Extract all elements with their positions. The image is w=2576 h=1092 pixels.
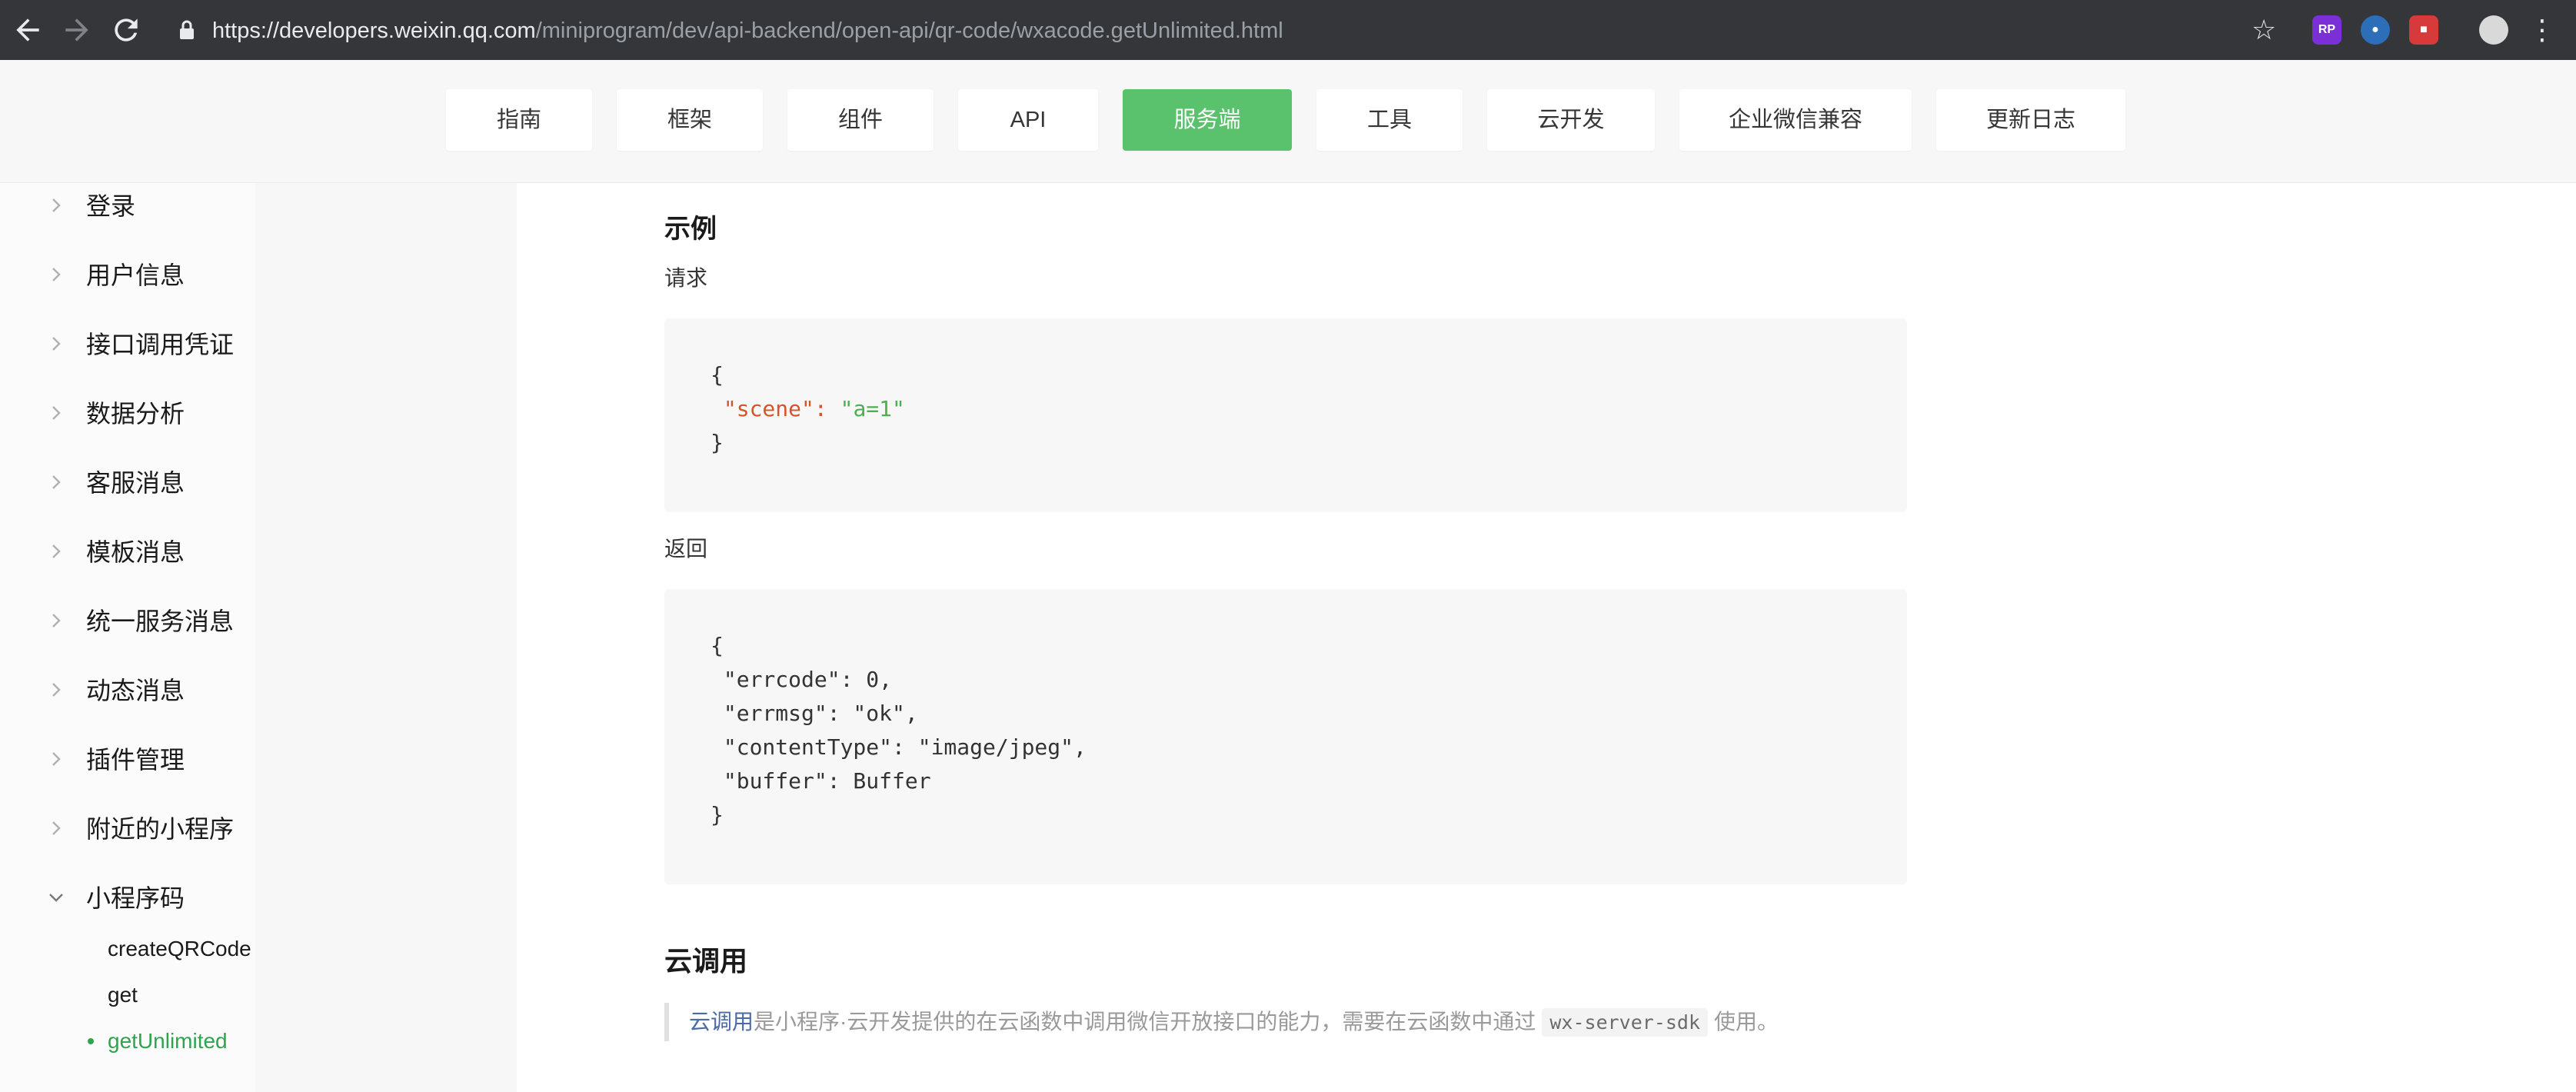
sidebar-item-label: 插件管理 (86, 746, 185, 774)
tab-components[interactable]: 组件 (787, 89, 934, 151)
tab-server[interactable]: 服务端 (1123, 89, 1292, 151)
request-code-block: { "scene": "a=1" } (664, 318, 1907, 512)
tab-guide[interactable]: 指南 (446, 89, 592, 151)
tab-cloud-dev[interactable]: 云开发 (1487, 89, 1655, 151)
response-label: 返回 (664, 537, 708, 561)
code-line: "buffer": Buffer (711, 768, 931, 794)
cloud-call-link[interactable]: 云调用 (689, 1010, 754, 1034)
bookmark-star-icon[interactable]: ☆ (2252, 13, 2276, 47)
code-line: } (711, 430, 724, 455)
sidebar-item-label: 附近的小程序 (86, 815, 235, 843)
sidebar-item-user-info[interactable]: 用户信息 (0, 252, 517, 298)
url-host: https://developers.weixin.qq.com (212, 18, 536, 43)
response-code-block: { "errcode": 0, "errmsg": "ok", "content… (664, 589, 1907, 884)
chevron-right-icon (52, 752, 61, 766)
chevron-right-icon (52, 198, 61, 212)
sidebar-item-label: 数据分析 (86, 400, 185, 428)
reload-icon[interactable] (109, 13, 143, 47)
quote-text-before: 是小程序·云开发提供的在云函数中调用微信开放接口的能力，需要在云函数中通过 (754, 1010, 1536, 1034)
sidebar-item-access-token[interactable]: 接口调用凭证 (0, 321, 517, 368)
quote-text: 云调用是小程序·云开发提供的在云函数中调用微信开放接口的能力，需要在云函数中通过… (689, 1003, 1779, 1042)
sidebar-subitem-get[interactable]: get (108, 980, 138, 1010)
chevron-right-icon (52, 475, 61, 489)
sidebar-item-label: 小程序码 (86, 884, 185, 912)
sdk-code: wx-server-sdk (1542, 1008, 1709, 1037)
cloud-call-quote: 云调用是小程序·云开发提供的在云函数中调用微信开放接口的能力，需要在云函数中通过… (664, 1003, 1907, 1041)
top-navigation: 指南 框架 组件 API 服务端 工具 云开发 企业微信兼容 更新日志 (0, 60, 2576, 183)
tab-framework[interactable]: 框架 (617, 89, 763, 151)
sidebar-item-label: 登录 (86, 192, 136, 220)
sidebar-item-updatable-message[interactable]: 动态消息 (0, 668, 517, 714)
code-colon: : (814, 396, 840, 421)
sidebar-item-label: 客服消息 (86, 469, 185, 497)
tab-changelog[interactable]: 更新日志 (1936, 89, 2125, 151)
sidebar-item-analytics[interactable]: 数据分析 (0, 391, 517, 437)
address-bar[interactable]: https://developers.weixin.qq.com/minipro… (212, 14, 1283, 48)
request-label: 请求 (664, 266, 708, 290)
chevron-right-icon (52, 406, 61, 420)
section-title-example: 示例 (664, 215, 717, 244)
sidebar-subitem-create-qrcode[interactable]: createQRCode (108, 934, 251, 964)
sidebar-item-template-message[interactable]: 模板消息 (0, 529, 517, 575)
chevron-right-icon (52, 614, 61, 628)
code-line: { (711, 362, 724, 388)
sidebar-item-label: 接口调用凭证 (86, 331, 235, 358)
tab-api[interactable]: API (958, 89, 1098, 151)
url-path: /miniprogram/dev/api-backend/open-api/qr… (535, 18, 1283, 43)
chevron-right-icon (52, 268, 61, 281)
sidebar-item-label: 统一服务消息 (86, 608, 235, 635)
sidebar-item-login[interactable]: 登录 (0, 183, 517, 229)
sidebar-item-customer-message[interactable]: 客服消息 (0, 460, 517, 506)
tab-wecom-compat[interactable]: 企业微信兼容 (1679, 89, 1912, 151)
browser-toolbar: https://developers.weixin.qq.com/minipro… (0, 0, 2576, 60)
sidebar: 登录 用户信息 接口调用凭证 数据分析 客服消息 模板消息 统一服务消息 动态消… (0, 183, 517, 1092)
sidebar-item-uniform-message[interactable]: 统一服务消息 (0, 598, 517, 644)
more-menu-icon[interactable]: ⋮ (2525, 13, 2559, 47)
code-line: } (711, 802, 724, 827)
code-line: "scene": "a=1" (711, 392, 905, 426)
extension-rp-icon[interactable]: RP (2312, 15, 2341, 45)
code-line: "errmsg": "ok", (711, 701, 918, 726)
sidebar-item-label: 模板消息 (86, 538, 185, 566)
chevron-down-icon (49, 894, 63, 902)
code-line: "errcode": 0, (711, 667, 893, 692)
quote-text-after: 使用。 (1714, 1010, 1779, 1034)
sidebar-item-nearby-miniprogram[interactable]: 附近的小程序 (0, 806, 517, 852)
extension-globe-icon[interactable]: ● (2361, 15, 2390, 45)
sidebar-item-label: 动态消息 (86, 677, 185, 704)
profile-avatar-icon[interactable] (2479, 15, 2508, 45)
code-line: { (711, 633, 724, 658)
chevron-right-icon (52, 683, 61, 697)
sidebar-item-label: 用户信息 (86, 261, 185, 289)
back-arrow-icon[interactable] (11, 13, 45, 47)
active-dot-icon (88, 1038, 94, 1044)
sidebar-item-qr-code[interactable]: 小程序码 (0, 875, 517, 921)
chevron-right-icon (52, 337, 61, 351)
chevron-right-icon (52, 821, 61, 835)
sidebar-item-plugin-manager[interactable]: 插件管理 (0, 737, 517, 783)
extension-red-icon[interactable]: ■ (2409, 15, 2438, 45)
code-value: "a=1" (840, 396, 905, 421)
forward-arrow-icon[interactable] (60, 13, 94, 47)
tab-tools[interactable]: 工具 (1316, 89, 1463, 151)
section-title-cloud-call: 云调用 (664, 945, 748, 977)
sidebar-subitem-get-unlimited[interactable]: getUnlimited (108, 1026, 228, 1057)
code-line: "contentType": "image/jpeg", (711, 734, 1087, 760)
chevron-right-icon (52, 544, 61, 558)
code-key: "scene" (723, 396, 814, 421)
lock-icon (178, 20, 195, 40)
